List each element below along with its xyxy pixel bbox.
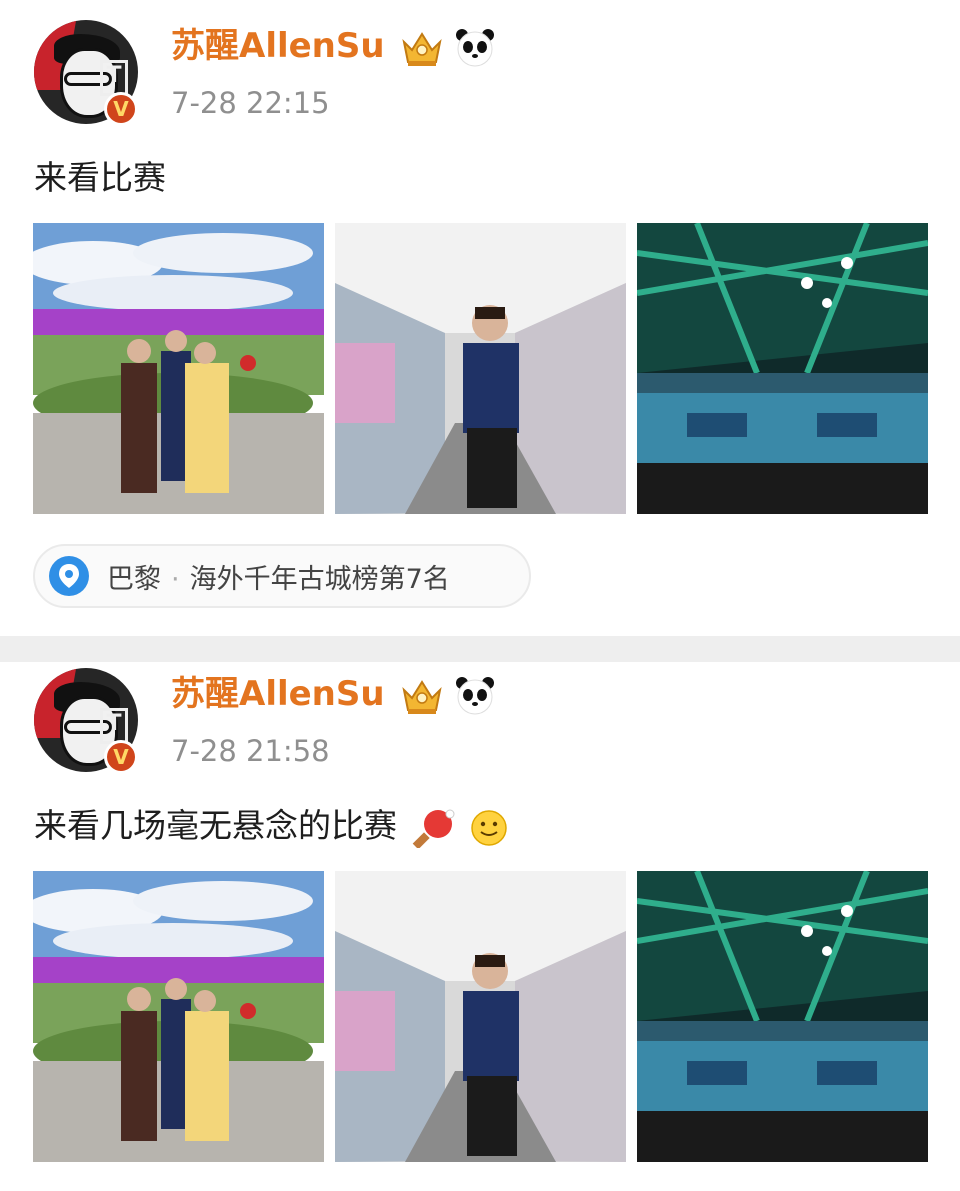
location-tag[interactable]: 巴黎 · 海外千年古城榜第7名 xyxy=(33,544,531,608)
post-photo-walkway[interactable] xyxy=(335,871,626,1162)
avatar-sign: T xyxy=(100,60,128,96)
crown-badge-icon[interactable] xyxy=(398,28,446,68)
post-divider xyxy=(0,636,960,662)
post-photo-group[interactable] xyxy=(33,223,324,514)
username[interactable]: 苏醒AllenSu xyxy=(171,24,385,68)
post-text-content: 来看几场毫无悬念的比赛 xyxy=(34,806,397,845)
avatar-sign: T xyxy=(100,708,128,744)
location-city: 巴黎 xyxy=(107,563,161,595)
weibo-post: T V 苏醒AllenSu 7-28 22:15 来看比赛 巴黎 · 海外千年古… xyxy=(0,0,960,636)
location-text: 巴黎 · 海外千年古城榜第7名 xyxy=(107,557,450,596)
panda-icon xyxy=(456,677,494,715)
post-timestamp: 7-28 21:58 xyxy=(171,734,330,768)
post-photo-walkway[interactable] xyxy=(335,223,626,514)
location-pin-icon xyxy=(49,556,89,596)
panda-icon xyxy=(456,29,494,67)
post-text: 来看几场毫无悬念的比赛 xyxy=(34,804,508,848)
post-text: 来看比赛 xyxy=(34,156,166,200)
post-text-content: 来看比赛 xyxy=(34,158,166,197)
username[interactable]: 苏醒AllenSu xyxy=(171,672,385,716)
verified-badge-icon: V xyxy=(104,740,138,774)
post-photo-group[interactable] xyxy=(33,871,324,1162)
post-timestamp: 7-28 22:15 xyxy=(171,86,330,120)
ping-pong-icon xyxy=(412,809,454,848)
post-photo-arena[interactable] xyxy=(637,871,928,1162)
post-photo-arena[interactable] xyxy=(637,223,928,514)
location-separator: · xyxy=(171,563,180,595)
smile-icon xyxy=(471,809,507,846)
location-ranking: 海外千年古城榜第7名 xyxy=(189,563,450,595)
verified-badge-icon: V xyxy=(104,92,138,126)
weibo-post: T V 苏醒AllenSu 7-28 21:58 来看几场毫无悬念的比赛 xyxy=(0,662,960,1191)
crown-badge-icon[interactable] xyxy=(398,676,446,716)
